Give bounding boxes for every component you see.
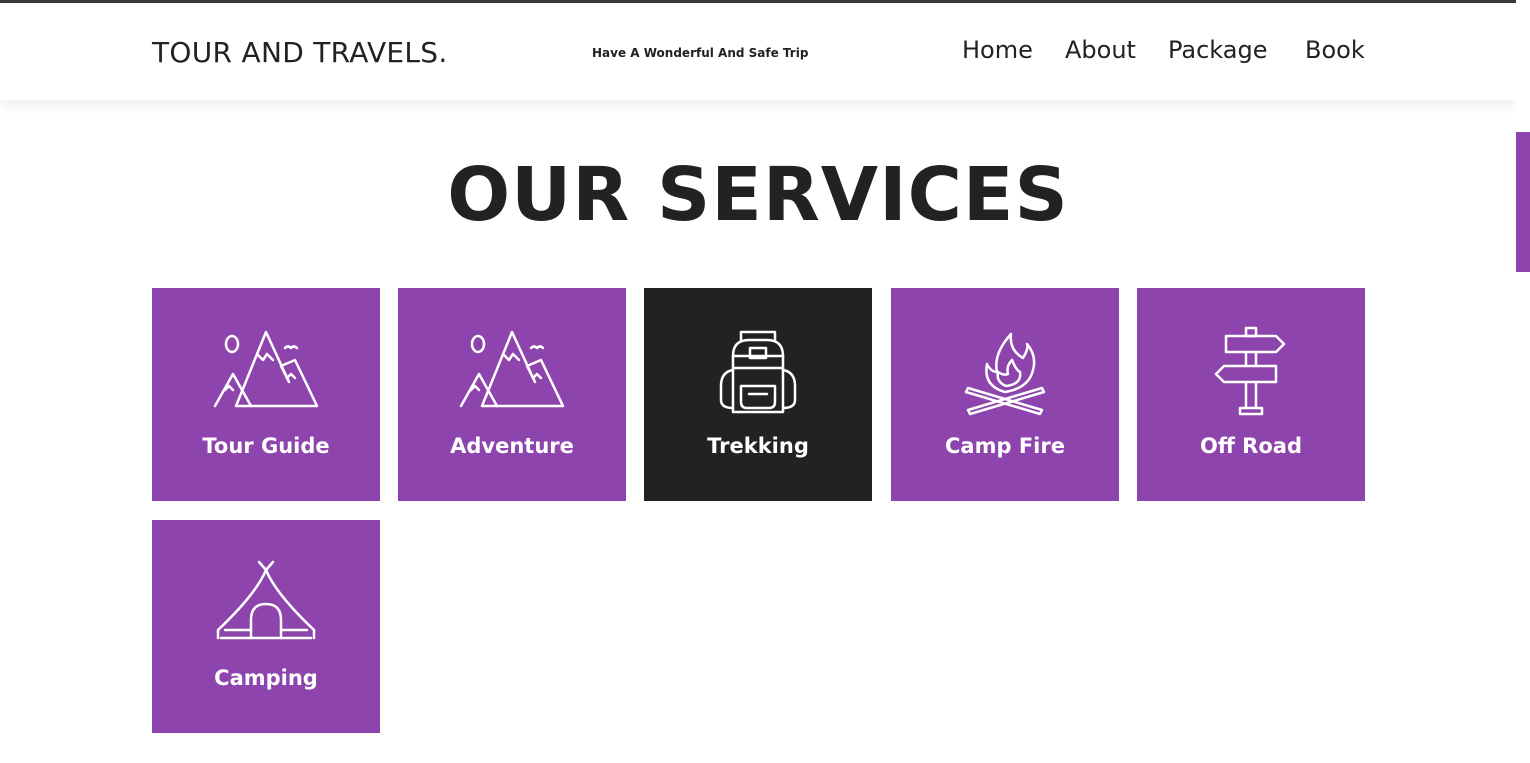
service-card-trekking[interactable]: Trekking [644, 288, 872, 501]
service-card-camping[interactable]: Camping [152, 520, 380, 733]
campfire-icon [964, 332, 1046, 416]
tagline: Have A Wonderful And Safe Trip [592, 46, 809, 60]
tent-icon [216, 560, 316, 640]
service-label: Trekking [707, 434, 809, 458]
mountains-icon [213, 330, 319, 408]
navbar: TOUR AND TRAVELS. Have A Wonderful And S… [0, 3, 1516, 100]
scrollbar-thumb[interactable] [1516, 132, 1530, 272]
nav-package-link[interactable]: Package [1168, 36, 1267, 64]
nav-book-link[interactable]: Book [1305, 36, 1365, 64]
brand-logo[interactable]: TOUR AND TRAVELS. [152, 36, 448, 69]
service-label: Camping [214, 666, 318, 690]
service-card-camp-fire[interactable]: Camp Fire [891, 288, 1119, 501]
nav-about-link[interactable]: About [1065, 36, 1136, 64]
mountains-icon [459, 330, 565, 408]
backpack-icon [719, 330, 797, 414]
service-card-off-road[interactable]: Off Road [1137, 288, 1365, 501]
service-label: Camp Fire [945, 434, 1065, 458]
scrollbar-track[interactable] [1516, 0, 1530, 763]
signpost-icon [1214, 326, 1286, 416]
service-card-tour-guide[interactable]: Tour Guide [152, 288, 380, 501]
service-label: Off Road [1200, 434, 1302, 458]
service-label: Adventure [450, 434, 574, 458]
service-label: Tour Guide [202, 434, 330, 458]
nav-home-link[interactable]: Home [962, 36, 1033, 64]
service-card-adventure[interactable]: Adventure [398, 288, 626, 501]
section-title: OUR SERVICES [447, 152, 1069, 238]
